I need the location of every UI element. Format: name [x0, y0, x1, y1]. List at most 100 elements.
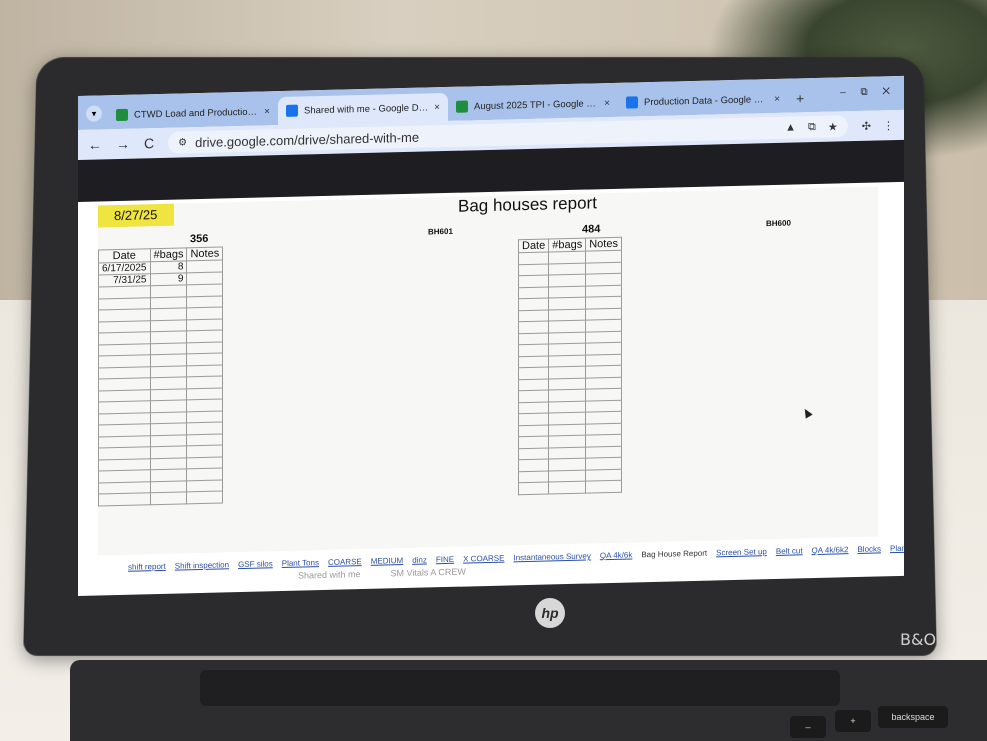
table-cell[interactable]: [519, 482, 549, 494]
table-cell[interactable]: [519, 459, 549, 471]
forward-icon[interactable]: →: [116, 136, 130, 152]
table-cell[interactable]: [150, 400, 187, 412]
back-icon[interactable]: ←: [88, 136, 102, 152]
table-cell[interactable]: [586, 262, 622, 274]
table-cell[interactable]: [187, 479, 223, 491]
table-cell[interactable]: [519, 298, 549, 310]
table-cell[interactable]: [549, 435, 586, 447]
browser-tab[interactable]: Production Data - Google Drive ×: [618, 85, 788, 117]
sheet-tab[interactable]: QA 4k/6k2: [812, 545, 849, 555]
table-cell[interactable]: [187, 376, 223, 388]
minus-key[interactable]: –: [790, 716, 826, 738]
table-cell[interactable]: [549, 251, 586, 263]
table-cell[interactable]: [519, 367, 549, 379]
table-cell[interactable]: [519, 321, 549, 333]
table-cell[interactable]: [150, 331, 187, 343]
table-cell[interactable]: [150, 285, 187, 297]
table-cell[interactable]: [187, 341, 223, 353]
table-cell[interactable]: 7/31/25: [99, 274, 151, 287]
table-cell[interactable]: [519, 309, 549, 321]
table-cell[interactable]: [519, 424, 549, 436]
sheet-tab[interactable]: MEDIUM: [371, 556, 403, 566]
table-cell[interactable]: [187, 295, 223, 307]
table-cell[interactable]: [150, 354, 187, 366]
table-cell[interactable]: [150, 423, 187, 435]
table-cell[interactable]: [549, 320, 586, 332]
table-cell[interactable]: [519, 332, 549, 344]
window-controls[interactable]: – ⧉ ✕: [840, 86, 896, 98]
bookmark-star-icon[interactable]: ★: [828, 120, 838, 133]
table-cell[interactable]: [549, 297, 586, 309]
table-cell[interactable]: [549, 274, 586, 286]
backspace-key[interactable]: backspace: [878, 706, 948, 728]
table-cell[interactable]: [187, 307, 223, 319]
table-cell[interactable]: [187, 364, 223, 376]
table-cell[interactable]: [549, 378, 586, 390]
table-cell[interactable]: [187, 387, 223, 399]
table-cell[interactable]: [549, 412, 586, 424]
table-cell[interactable]: [150, 480, 187, 492]
drive-bar-item[interactable]: Shared with me: [298, 569, 361, 581]
sheet-tab[interactable]: X COARSE: [463, 554, 504, 564]
browser-tab[interactable]: CTWD Load and Production Sc ×: [108, 97, 278, 129]
sheet-tab[interactable]: Plant Maint Req: [890, 543, 904, 553]
table-cell[interactable]: [549, 458, 586, 470]
sheet-tab[interactable]: Bag House Report: [641, 549, 707, 560]
column-header[interactable]: #bags: [549, 238, 586, 252]
table-cell[interactable]: [187, 422, 223, 434]
table-cell[interactable]: [150, 388, 187, 400]
table-cell[interactable]: [549, 343, 586, 355]
table-cell[interactable]: [519, 252, 549, 264]
table-cell[interactable]: [586, 377, 622, 389]
column-header[interactable]: Date: [519, 239, 549, 253]
table-cell[interactable]: [519, 413, 549, 425]
table-cell[interactable]: [187, 272, 223, 285]
table-cell[interactable]: [586, 365, 622, 377]
table-cell[interactable]: [519, 390, 549, 402]
table-cell[interactable]: [549, 355, 586, 367]
extensions-icon[interactable]: ✣: [862, 119, 871, 132]
reload-icon[interactable]: C: [144, 135, 154, 151]
browser-tab[interactable]: August 2025 TPI - Google She ×: [448, 89, 618, 121]
table-cell[interactable]: [586, 319, 622, 331]
sheet-tab[interactable]: dinz: [412, 555, 427, 564]
table-cell[interactable]: [549, 263, 586, 275]
column-header[interactable]: Notes: [187, 247, 223, 261]
table-cell[interactable]: [519, 378, 549, 390]
table-cell[interactable]: [519, 447, 549, 459]
table-cell[interactable]: [586, 331, 622, 343]
table-cell[interactable]: [99, 493, 151, 506]
table-cell[interactable]: [150, 457, 187, 469]
table-cell[interactable]: [187, 433, 223, 445]
table-cell[interactable]: [187, 468, 223, 480]
table-cell[interactable]: [586, 446, 622, 458]
sheet-tab[interactable]: QA 4k/6k: [600, 550, 632, 560]
table-cell[interactable]: [549, 401, 586, 413]
table-cell[interactable]: [549, 389, 586, 401]
table-cell[interactable]: [586, 308, 622, 320]
table-cell[interactable]: 8: [150, 261, 187, 274]
report-date-cell[interactable]: 8/27/25: [98, 204, 174, 228]
table-cell[interactable]: [519, 436, 549, 448]
tab-search-icon[interactable]: ▾: [86, 105, 102, 121]
table-cell[interactable]: [586, 411, 622, 423]
table-cell[interactable]: [586, 354, 622, 366]
sheet-tab[interactable]: Instantaneous Survey: [513, 551, 590, 562]
table-cell[interactable]: [150, 411, 187, 423]
table-cell[interactable]: [549, 309, 586, 321]
plus-key[interactable]: +: [835, 710, 871, 732]
table-cell[interactable]: [519, 344, 549, 356]
table-cell[interactable]: [187, 445, 223, 457]
tab-close-icon[interactable]: ×: [604, 97, 610, 108]
table-cell[interactable]: [586, 423, 622, 435]
table-cell[interactable]: [187, 353, 223, 365]
column-header[interactable]: #bags: [150, 248, 187, 262]
table-cell[interactable]: [150, 377, 187, 389]
column-header[interactable]: Notes: [586, 237, 622, 251]
sheet-tab[interactable]: Blocks: [857, 544, 881, 554]
table-cell[interactable]: [586, 285, 622, 297]
table-cell[interactable]: [519, 355, 549, 367]
table-cell[interactable]: [187, 330, 223, 342]
table-cell[interactable]: [150, 308, 187, 320]
sheet-tab[interactable]: shift report: [128, 562, 166, 572]
